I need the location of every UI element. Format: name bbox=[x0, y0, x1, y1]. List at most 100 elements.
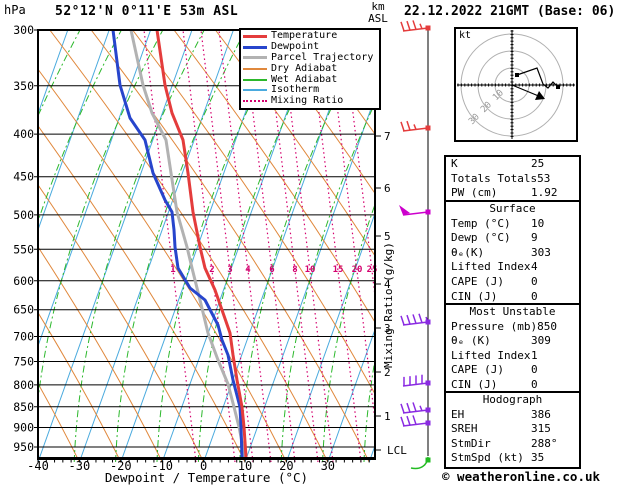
svg-text:650: 650 bbox=[13, 303, 34, 317]
row-label: Totals Totals bbox=[451, 171, 538, 185]
surface-table: Surface Temp (°C) 10 Dewp (°C) 9 θₑ(K) 303 Lift… bbox=[444, 200, 581, 307]
table-row: Pressure (mb) 850 bbox=[446, 320, 579, 335]
wind-barb bbox=[400, 120, 431, 132]
table-row: CIN (J) 0 bbox=[446, 290, 579, 305]
svg-text:800: 800 bbox=[13, 378, 34, 392]
legend-item-label: Mixing Ratio bbox=[271, 95, 344, 107]
legend-item: Parcel Trajectory bbox=[243, 51, 379, 64]
table-row: Lifted Index 4 bbox=[446, 260, 579, 275]
row-value: 309 bbox=[531, 334, 551, 348]
row-label: Pressure (mb) bbox=[451, 319, 538, 333]
hodograph-panel: 102030 bbox=[454, 27, 578, 142]
row-label: SREH bbox=[451, 422, 478, 436]
altitude-unit-asl: ASL bbox=[368, 12, 388, 25]
row-label: CAPE (J) bbox=[451, 363, 504, 377]
table-row: EH 386 bbox=[446, 408, 579, 423]
table-row: Lifted Index 1 bbox=[446, 349, 579, 364]
legend-item: Wet Adiabat bbox=[243, 74, 379, 85]
temperature-axis-label: Dewpoint / Temperature (°C) bbox=[104, 470, 309, 485]
legend: Temperature Dewpoint Parcel Trajectory Dry … bbox=[239, 28, 381, 110]
pressure-axis-unit: hPa bbox=[4, 3, 26, 17]
row-value: 850 bbox=[537, 319, 557, 333]
row-label: StmDir bbox=[451, 436, 491, 450]
row-value: 0 bbox=[531, 289, 538, 303]
wind-barb bbox=[399, 205, 431, 216]
row-value: 1 bbox=[531, 348, 538, 362]
row-label: StmSpd (kt) bbox=[451, 451, 524, 465]
legend-item: Temperature bbox=[243, 31, 379, 42]
hodograph-unit-label: kt bbox=[459, 30, 472, 41]
svg-text:750: 750 bbox=[13, 355, 34, 369]
row-value: 0 bbox=[531, 274, 538, 288]
indices-table: K 25 Totals Totals 53 PW (cm) 1.92 bbox=[444, 155, 581, 204]
legend-item-label: Dewpoint bbox=[271, 41, 320, 53]
svg-text:550: 550 bbox=[13, 242, 34, 256]
legend-item: Dry Adiabat bbox=[243, 63, 379, 74]
svg-text:6: 6 bbox=[384, 182, 391, 195]
table-row: K 25 bbox=[446, 157, 579, 172]
row-value: 315 bbox=[531, 422, 551, 436]
table-row: θₑ (K) 309 bbox=[446, 334, 579, 349]
row-label: Dewp (°C) bbox=[451, 231, 511, 245]
legend-item-label: Temperature bbox=[271, 30, 338, 42]
row-value: 53 bbox=[537, 171, 551, 185]
legend-item-label: Parcel Trajectory bbox=[271, 51, 374, 63]
dewpoint-curve bbox=[111, 30, 244, 458]
wind-barb bbox=[402, 374, 431, 387]
row-value: 10 bbox=[531, 216, 545, 230]
wind-barb bbox=[400, 313, 431, 326]
row-label: Lifted Index bbox=[451, 348, 531, 362]
svg-text:3: 3 bbox=[227, 265, 232, 275]
row-label: Temp (°C) bbox=[451, 216, 511, 230]
legend-line-swatch bbox=[243, 100, 267, 103]
row-label: EH bbox=[451, 407, 465, 421]
svg-text:2: 2 bbox=[209, 265, 214, 275]
row-label: θₑ (K) bbox=[451, 334, 491, 348]
svg-text:400: 400 bbox=[13, 127, 34, 141]
svg-text:300: 300 bbox=[13, 23, 34, 37]
table-row: θₑ(K) 303 bbox=[446, 246, 579, 261]
legend-line-swatch bbox=[243, 89, 267, 92]
hodograph-table: Hodograph EH 386 SREH 315 StmDir 288° StmSpd (k… bbox=[444, 391, 581, 469]
row-label: PW (cm) bbox=[451, 186, 498, 200]
row-value: 25 bbox=[531, 157, 545, 170]
legend-item-label: Wet Adiabat bbox=[271, 73, 338, 85]
row-label: θₑ(K) bbox=[451, 245, 485, 259]
row-label: Lifted Index bbox=[451, 260, 531, 274]
row-value: 0 bbox=[531, 363, 538, 377]
wind-barb bbox=[410, 456, 431, 470]
svg-text:900: 900 bbox=[13, 420, 34, 434]
wind-barb bbox=[400, 415, 431, 427]
legend-line-swatch bbox=[243, 56, 267, 60]
table-section-title: Most Unstable bbox=[469, 305, 556, 318]
legend-line-swatch bbox=[243, 67, 267, 70]
svg-text:700: 700 bbox=[13, 330, 34, 344]
svg-text:350: 350 bbox=[13, 79, 34, 93]
row-value: 288° bbox=[531, 436, 558, 450]
legend-line-swatch bbox=[243, 34, 267, 38]
svg-text:1: 1 bbox=[384, 410, 391, 423]
mixing-ratio-axis-label: Mixing Ratio (g/kg) bbox=[382, 242, 395, 368]
legend-item: Mixing Ratio bbox=[243, 96, 379, 107]
legend-item: Dewpoint bbox=[243, 42, 379, 53]
legend-line-swatch bbox=[243, 45, 267, 49]
table-row: Temp (°C) 10 bbox=[446, 217, 579, 232]
table-row: PW (cm) 1.92 bbox=[446, 186, 579, 201]
svg-text:950: 950 bbox=[13, 440, 34, 454]
svg-text:1: 1 bbox=[170, 265, 175, 275]
table-row: Totals Totals 53 bbox=[446, 172, 579, 187]
svg-text:LCL: LCL bbox=[387, 444, 407, 457]
altitude-axis-unit: km ASL bbox=[363, 1, 393, 25]
row-value: 1.92 bbox=[531, 186, 558, 200]
row-label: K bbox=[451, 157, 458, 170]
table-section-title: Hodograph bbox=[482, 393, 543, 406]
svg-text:8: 8 bbox=[292, 265, 297, 275]
svg-text:10: 10 bbox=[305, 265, 316, 275]
table-row: SREH 315 bbox=[446, 422, 579, 437]
table-row: Dewp (°C) 9 bbox=[446, 231, 579, 246]
legend-line-swatch bbox=[243, 78, 267, 81]
most-unstable-table: Most Unstable Pressure (mb) 850 θₑ (K) 309 Li… bbox=[444, 303, 581, 395]
table-row: StmSpd (kt) 35 bbox=[446, 451, 579, 466]
wind-barb bbox=[400, 402, 431, 414]
table-row: StmDir 288° bbox=[446, 437, 579, 452]
